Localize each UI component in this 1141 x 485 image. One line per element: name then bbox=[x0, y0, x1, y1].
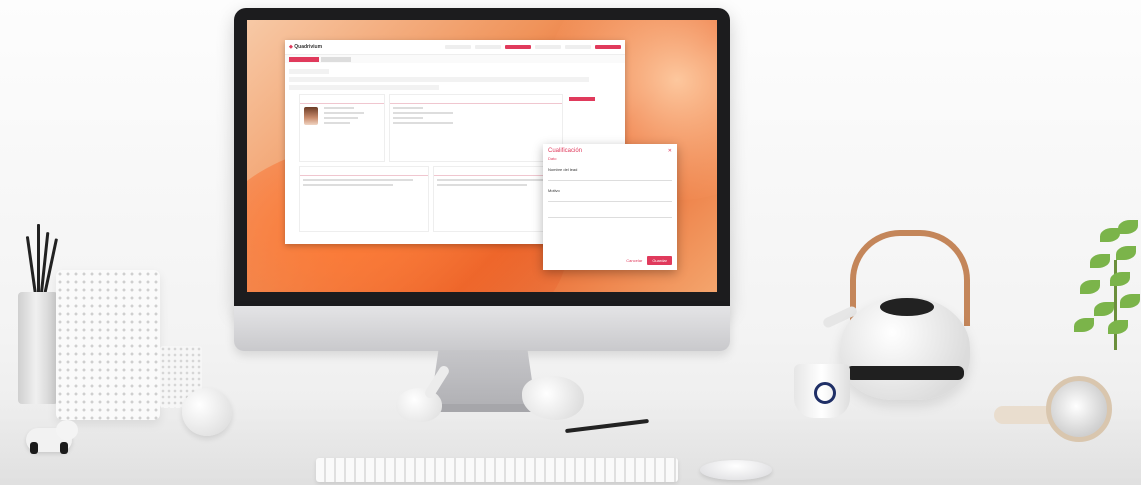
card-header bbox=[390, 95, 562, 104]
extra-field[interactable] bbox=[548, 211, 672, 218]
nav-item[interactable] bbox=[535, 45, 561, 49]
nav-item[interactable] bbox=[565, 45, 591, 49]
tab[interactable] bbox=[321, 56, 351, 62]
nav-item-active[interactable] bbox=[505, 45, 531, 49]
save-button[interactable]: Guardar bbox=[647, 256, 672, 265]
crm-header: ◆ Quadrivium bbox=[285, 40, 625, 55]
teapot-band bbox=[846, 366, 964, 380]
teapot-lid bbox=[880, 298, 934, 316]
card-header bbox=[300, 95, 384, 104]
plant bbox=[1070, 220, 1141, 350]
avatar bbox=[304, 107, 318, 125]
nav-cta[interactable] bbox=[595, 45, 621, 49]
imac-screen: ◆ Quadrivium Cualificación ✕ Dato Nombre… bbox=[247, 20, 717, 292]
pens-icon bbox=[25, 222, 58, 296]
top-nav bbox=[445, 45, 621, 49]
modal-actions: Cancelar Guardar bbox=[626, 256, 672, 265]
accent-badge bbox=[569, 97, 595, 101]
headphones bbox=[990, 372, 1140, 444]
lattice-vase bbox=[56, 270, 160, 420]
subtabs-row bbox=[289, 85, 439, 90]
details-card bbox=[389, 94, 563, 162]
logo-mark-icon: ◆ bbox=[289, 44, 293, 50]
tab-active[interactable] bbox=[289, 56, 319, 62]
lead-name-field[interactable] bbox=[548, 174, 672, 181]
keyboard bbox=[316, 458, 678, 482]
card-header bbox=[300, 167, 428, 176]
qualification-modal: Cualificación ✕ Dato Nombre del lead Mot… bbox=[543, 144, 677, 270]
field-label: Motivo bbox=[548, 188, 560, 193]
bird-figurine bbox=[396, 360, 466, 424]
field-label bbox=[543, 203, 677, 210]
modal-title: Cualificación bbox=[548, 148, 583, 154]
field-label: Nombre del lead bbox=[548, 167, 578, 172]
opportunities-card bbox=[299, 166, 429, 232]
apple-logo-icon bbox=[473, 318, 493, 338]
contact-card bbox=[299, 94, 385, 162]
close-icon[interactable]: ✕ bbox=[668, 148, 672, 154]
toolbar-row bbox=[289, 77, 589, 82]
mouse bbox=[700, 460, 772, 480]
app-logo: ◆ Quadrivium bbox=[289, 44, 323, 50]
nav-item[interactable] bbox=[445, 45, 471, 49]
reason-field[interactable] bbox=[548, 195, 672, 202]
apple-sculpture bbox=[182, 388, 232, 436]
record-tabs bbox=[285, 55, 625, 63]
nav-item[interactable] bbox=[475, 45, 501, 49]
cancel-button[interactable]: Cancelar bbox=[626, 258, 642, 263]
pen-cup bbox=[18, 292, 58, 404]
cup-pattern bbox=[814, 382, 836, 404]
desk-scene: ◆ Quadrivium Cualificación ✕ Dato Nombre… bbox=[0, 0, 1141, 485]
panda-figurine bbox=[20, 420, 80, 454]
section-title bbox=[289, 69, 329, 74]
